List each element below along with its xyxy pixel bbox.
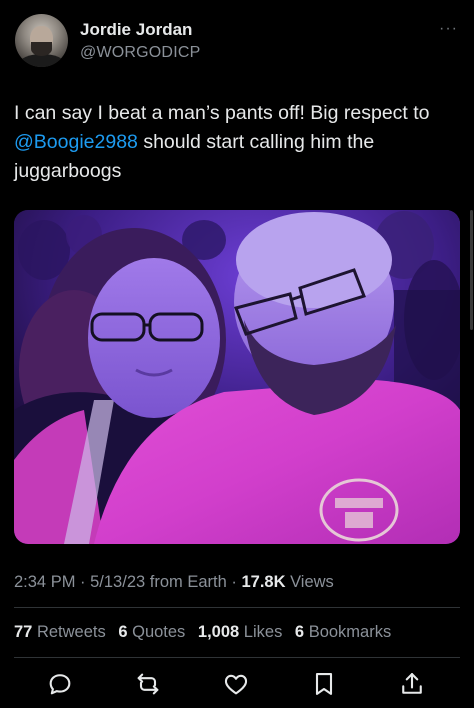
retweets-stat[interactable]: 77 Retweets [14, 623, 106, 641]
divider [14, 657, 460, 658]
selfie-photo [14, 210, 460, 544]
retweets-label: Retweets [36, 623, 106, 641]
reply-icon[interactable] [46, 670, 74, 698]
meta-separator: · [226, 573, 242, 591]
tweet-text: I can say I beat a man’s pants off! Big … [14, 99, 462, 186]
quotes-label: Quotes [132, 623, 186, 641]
share-icon[interactable] [398, 670, 426, 698]
tweet-photo[interactable] [14, 210, 460, 544]
bookmarks-stat[interactable]: 6 Bookmarks [295, 623, 391, 641]
bookmarks-count: 6 [294, 623, 305, 641]
tweet-stats: 77 Retweets 6 Quotes 1,008 Likes 6 Bookm… [14, 623, 399, 642]
retweets-count: 77 [14, 623, 33, 641]
tweet-text-start: I can say I beat a man’s pants off! Big … [14, 102, 430, 124]
quotes-stat[interactable]: 6 Quotes [118, 623, 185, 641]
avatar[interactable] [15, 14, 68, 67]
like-icon[interactable] [222, 670, 250, 698]
likes-count: 1,008 [197, 623, 240, 641]
tweet-meta: 2:34 PM · 5/13/23 from Earth · 17.8K Vie… [14, 573, 334, 592]
tweet-source: from Earth [145, 573, 227, 591]
retweet-icon[interactable] [134, 670, 162, 698]
tweet-date: 5/13/23 [90, 573, 146, 591]
bookmarks-label: Bookmarks [308, 623, 392, 641]
bookmark-icon[interactable] [310, 670, 338, 698]
mention-link[interactable]: @Boogie2988 [14, 131, 138, 153]
meta-separator: · [75, 573, 91, 591]
views-label: Views [285, 573, 334, 591]
display-name[interactable]: Jordie Jordan [80, 20, 192, 40]
quotes-count: 6 [118, 623, 128, 641]
action-bar [0, 664, 474, 704]
likes-stat[interactable]: 1,008 Likes [198, 623, 282, 641]
divider [14, 607, 460, 608]
scrollbar[interactable] [470, 210, 473, 330]
more-options-icon[interactable]: ··· [439, 20, 458, 38]
views-count: 17.8K [241, 573, 286, 591]
avatar-beard [31, 42, 52, 56]
tweet-time: 2:34 PM [14, 573, 76, 591]
likes-label: Likes [243, 623, 283, 641]
user-handle[interactable]: @WORGODICP [80, 44, 200, 62]
